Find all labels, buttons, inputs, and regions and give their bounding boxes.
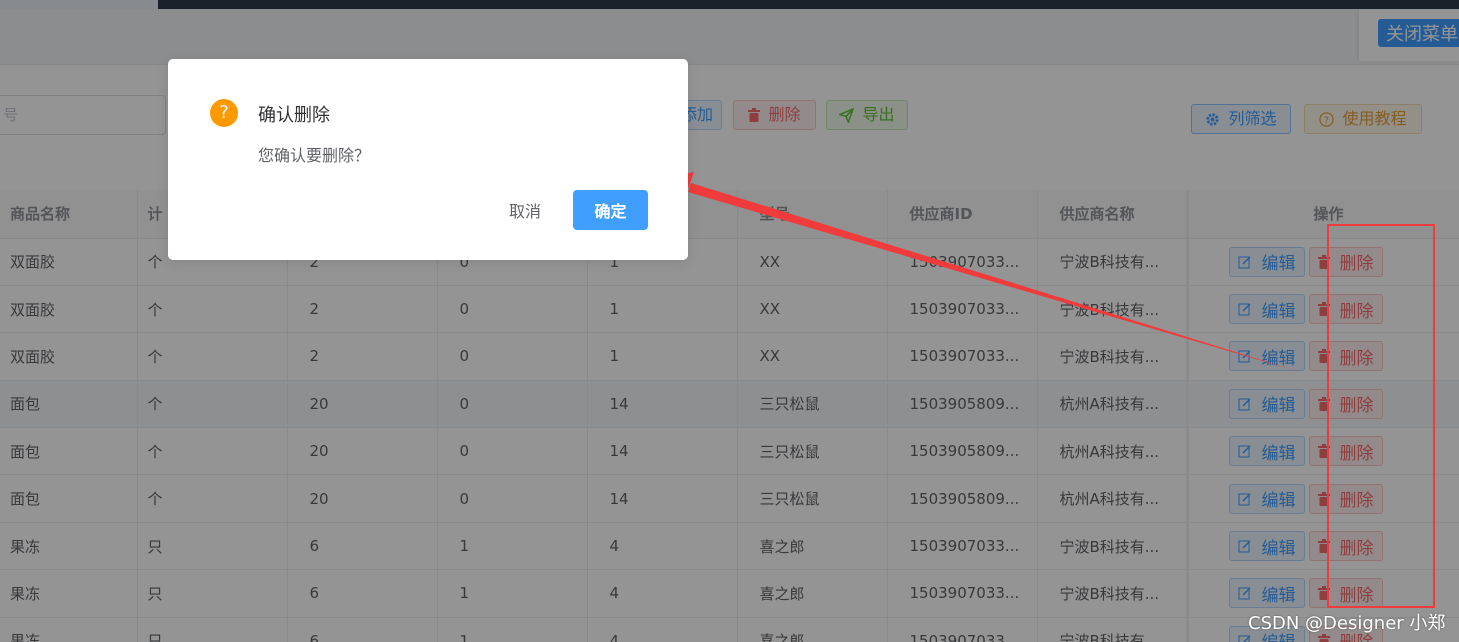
cancel-button[interactable]: 取消	[494, 190, 556, 230]
confirm-delete-dialog: ? 确认删除 您确认要删除？ 取消 确定	[168, 59, 688, 260]
dialog-message: 您确认要删除？	[258, 146, 371, 165]
confirm-button[interactable]: 确定	[573, 190, 648, 230]
annotation-arrow-shaft	[688, 183, 1300, 372]
dialog-title: 确认删除	[258, 105, 330, 126]
question-icon: ?	[210, 99, 238, 127]
watermark: CSDN @Designer 小郑	[1248, 613, 1446, 634]
